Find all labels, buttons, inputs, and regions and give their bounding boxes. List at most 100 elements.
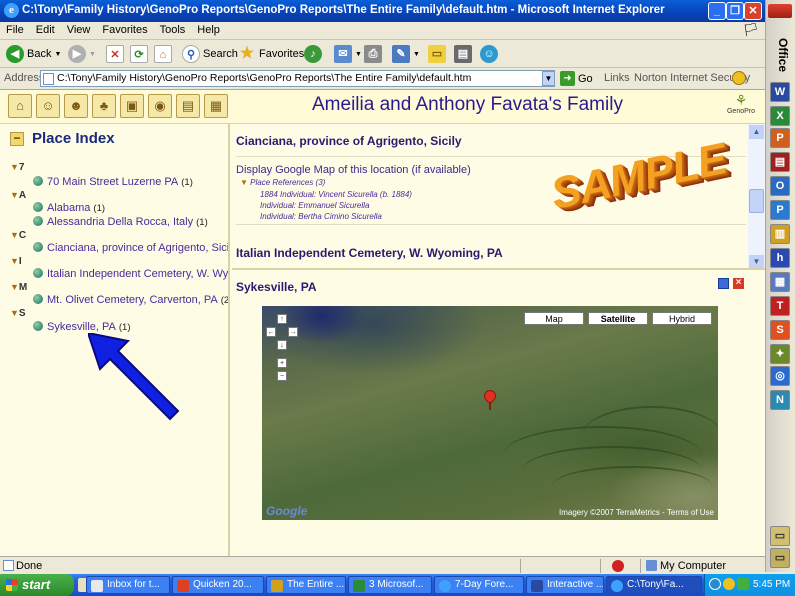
refresh-button[interactable]: ⟳ bbox=[130, 43, 148, 65]
zoom-out-icon[interactable]: − bbox=[277, 371, 287, 381]
pictures-nav-icon[interactable]: ▣ bbox=[120, 94, 144, 118]
place-name[interactable]: Alabama bbox=[47, 202, 90, 214]
print-button[interactable]: ⎙ bbox=[364, 43, 382, 65]
media-button[interactable]: ♪ bbox=[304, 43, 322, 65]
app-icon-6[interactable]: ▭ bbox=[770, 548, 790, 568]
menu-help[interactable]: Help bbox=[191, 22, 226, 38]
place-name[interactable]: Cianciana, province of Agrigento, Sicily bbox=[47, 242, 228, 254]
google-logo[interactable]: Google bbox=[266, 504, 307, 518]
place-name[interactable]: Italian Independent Cemetery, W. Wyom bbox=[47, 268, 228, 280]
menu-edit[interactable]: Edit bbox=[30, 22, 61, 38]
app-icon-5[interactable]: ▭ bbox=[770, 526, 790, 546]
letter-group-s[interactable]: ▼S bbox=[10, 308, 26, 319]
publisher-icon[interactable]: P bbox=[770, 200, 790, 220]
place-name[interactable]: Sykesville, PA bbox=[47, 321, 116, 333]
genopro-logo[interactable]: ⚘ GenoPro bbox=[726, 92, 756, 122]
place-references[interactable]: ▼ Place References (3) bbox=[240, 178, 325, 187]
mail-dropdown-icon[interactable]: ▼ bbox=[355, 51, 362, 58]
popup-blocked-icon[interactable] bbox=[612, 560, 624, 572]
app-icon-3[interactable]: ◎ bbox=[770, 366, 790, 386]
menu-tools[interactable]: Tools bbox=[154, 22, 192, 38]
map-type-map[interactable]: Map bbox=[524, 312, 584, 325]
forward-button[interactable]: ▶ ▼ bbox=[68, 43, 96, 65]
messenger-button[interactable]: ☺ bbox=[480, 43, 498, 65]
word-icon[interactable]: W bbox=[770, 82, 790, 102]
network-icon[interactable] bbox=[709, 578, 721, 590]
places-nav-icon[interactable]: ◉ bbox=[148, 94, 172, 118]
task-entire-family[interactable]: The Entire ... bbox=[266, 576, 346, 594]
clock[interactable]: 5:45 PM bbox=[753, 579, 790, 590]
place-item[interactable]: Alessandria Della Rocca, Italy (1) bbox=[33, 216, 208, 228]
reference-item[interactable]: 1884 Individual: Vincent Sicurella (b. 1… bbox=[260, 190, 412, 199]
home-nav-icon[interactable]: ⌂ bbox=[8, 94, 32, 118]
search-button[interactable]: ⚲ Search bbox=[182, 43, 238, 65]
reference-item[interactable]: Individual: Emmanuel Sicurella bbox=[260, 201, 369, 210]
place-name[interactable]: Alessandria Della Rocca, Italy bbox=[47, 216, 193, 228]
app-icon-2[interactable]: ✦ bbox=[770, 344, 790, 364]
index-nav-icon[interactable]: ▦ bbox=[204, 94, 228, 118]
scroll-down-icon[interactable]: ▼ bbox=[749, 255, 764, 268]
map-copyright[interactable]: Imagery ©2007 TerraMetrics - Terms of Us… bbox=[559, 508, 714, 517]
app-icon-4[interactable]: N bbox=[770, 390, 790, 410]
access-icon[interactable]: ▤ bbox=[770, 152, 790, 172]
place-item-sykesville[interactable]: Sykesville, PA (1) bbox=[33, 321, 131, 333]
task-forecast[interactable]: 7-Day Fore... bbox=[434, 576, 524, 594]
place-name[interactable]: 70 Main Street Luzerne PA bbox=[47, 176, 178, 188]
task-interactive[interactable]: Interactive ... bbox=[526, 576, 604, 594]
individuals-nav-icon[interactable]: ☺ bbox=[36, 94, 60, 118]
frontpage-icon[interactable]: h bbox=[770, 248, 790, 268]
map-type-hybrid[interactable]: Hybrid bbox=[652, 312, 712, 325]
edit-dropdown-icon[interactable]: ▼ bbox=[413, 51, 420, 58]
menu-favorites[interactable]: Favorites bbox=[96, 22, 153, 38]
forward-dropdown-icon[interactable]: ▼ bbox=[89, 51, 96, 58]
close-button[interactable]: ✕ bbox=[744, 2, 762, 20]
start-button[interactable]: start bbox=[0, 574, 74, 596]
discuss-button[interactable]: ▭ bbox=[428, 43, 446, 65]
bookshelf-icon[interactable]: ▦ bbox=[770, 272, 790, 292]
pan-right-icon[interactable]: → bbox=[288, 327, 298, 337]
app-icon-1[interactable]: S bbox=[770, 320, 790, 340]
place-item[interactable]: Mt. Olivet Cemetery, Carverton, PA(2) bbox=[33, 294, 228, 306]
binder-icon[interactable]: ▥ bbox=[770, 224, 790, 244]
letter-group-c[interactable]: ▼C bbox=[10, 230, 26, 241]
pan-down-icon[interactable]: ↓ bbox=[277, 340, 287, 350]
favorites-button[interactable]: ★ Favorites bbox=[238, 43, 304, 65]
collapse-icon[interactable]: − bbox=[10, 131, 24, 146]
letter-group-m[interactable]: ▼M bbox=[10, 282, 27, 293]
place-item[interactable]: Alabama (1) bbox=[33, 202, 105, 214]
excel-icon[interactable]: X bbox=[770, 106, 790, 126]
google-map-link[interactable]: Display Google Map of this location (if … bbox=[236, 164, 471, 176]
norton-tray-icon[interactable] bbox=[723, 578, 735, 590]
tray-app-icon[interactable] bbox=[737, 578, 749, 590]
reference-item[interactable]: Individual: Bertha Cimino Sicurella bbox=[260, 212, 382, 221]
minimize-map-icon[interactable] bbox=[718, 278, 729, 289]
links-button[interactable]: Links bbox=[604, 72, 630, 84]
task-microsoft[interactable]: 3 Microsof... bbox=[348, 576, 432, 594]
google-map[interactable]: ↑ ← → ↓ + − Map Satellite Hybrid Google … bbox=[262, 306, 718, 520]
back-dropdown-icon[interactable]: ▼ bbox=[54, 51, 61, 58]
mail-button[interactable]: ✉ ▼ bbox=[334, 43, 362, 65]
edit-button[interactable]: ✎ ▼ bbox=[392, 43, 420, 65]
pan-left-icon[interactable]: ← bbox=[266, 327, 276, 337]
norton-icon[interactable] bbox=[732, 71, 746, 85]
address-dropdown-icon[interactable]: ▼ bbox=[542, 71, 555, 86]
letter-group-7[interactable]: ▼7 bbox=[10, 162, 24, 173]
task-inbox[interactable]: Inbox for t... bbox=[86, 576, 170, 594]
vertical-scrollbar[interactable]: ▲ ▼ bbox=[748, 124, 765, 268]
zoom-in-icon[interactable]: + bbox=[277, 358, 287, 368]
minimize-button[interactable]: _ bbox=[708, 2, 726, 20]
place-item[interactable]: Cianciana, province of Agrigento, Sicily… bbox=[33, 242, 228, 254]
office-bar-handle[interactable] bbox=[768, 4, 792, 18]
place-name[interactable]: Mt. Olivet Cemetery, Carverton, PA bbox=[47, 294, 218, 306]
menu-file[interactable]: File bbox=[0, 22, 30, 38]
maximize-button[interactable]: ❐ bbox=[726, 2, 744, 20]
tree-nav-icon[interactable]: ♣ bbox=[92, 94, 116, 118]
scroll-up-icon[interactable]: ▲ bbox=[749, 125, 764, 139]
pan-up-icon[interactable]: ↑ bbox=[277, 314, 287, 324]
report-nav-icon[interactable]: ▤ bbox=[176, 94, 200, 118]
menu-view[interactable]: View bbox=[61, 22, 97, 38]
stop-button[interactable]: ✕ bbox=[106, 43, 124, 65]
go-button[interactable]: ➜ Go bbox=[560, 71, 593, 86]
address-input[interactable]: C:\Tony\Family History\GenoPro Reports\G… bbox=[40, 70, 555, 87]
tools-icon[interactable]: T bbox=[770, 296, 790, 316]
